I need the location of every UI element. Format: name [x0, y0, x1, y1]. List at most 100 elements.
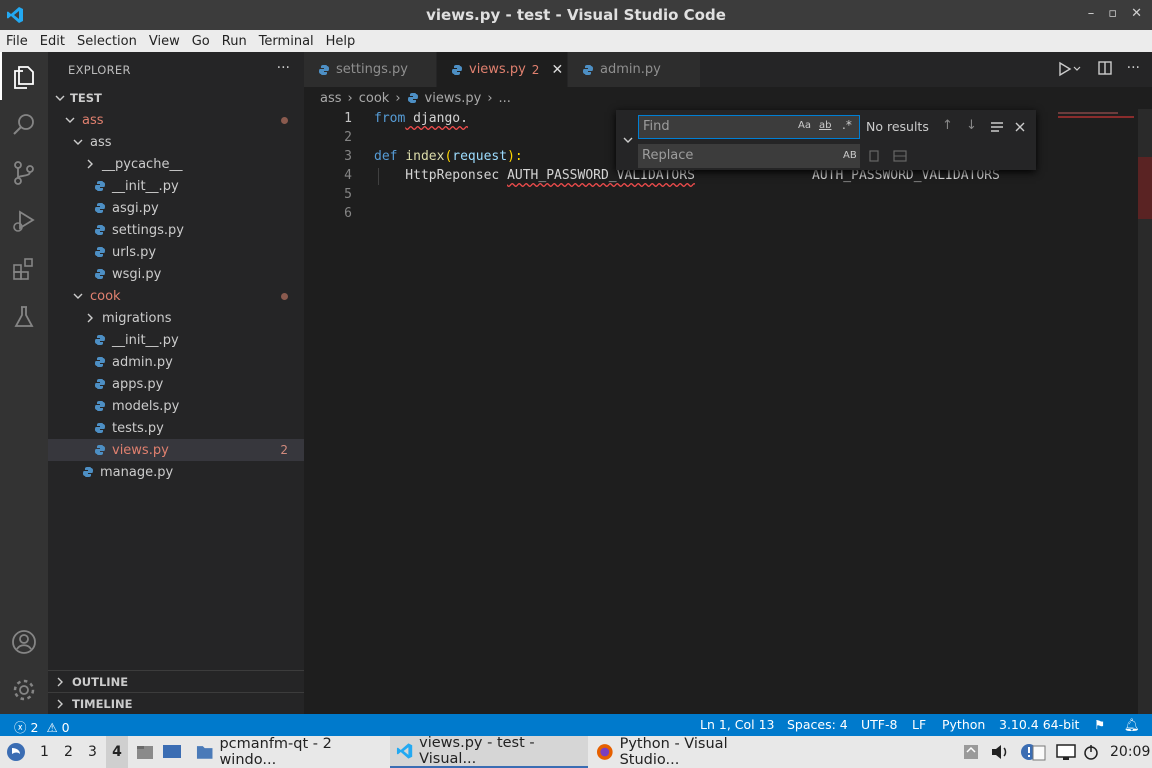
code-line-4: HttpReponsec AUTH_PASSWORD_VALIDATORS [374, 168, 695, 183]
taskbar-app-vscode[interactable]: views.py - test - Visual... [390, 735, 588, 768]
minimize-button[interactable]: – [1088, 6, 1095, 21]
next-match-icon[interactable]: ↓ [966, 118, 977, 133]
encoding[interactable]: UTF-8 [861, 717, 897, 732]
power-icon[interactable] [1082, 736, 1100, 768]
replace-input[interactable]: Replace [638, 144, 860, 168]
menu-view[interactable]: View [143, 34, 186, 49]
more-actions-icon[interactable]: ··· [1127, 60, 1140, 78]
replace-all-icon[interactable] [892, 149, 908, 163]
chevron-right-icon [87, 313, 93, 323]
menu-edit[interactable]: Edit [34, 34, 71, 49]
menu-help[interactable]: Help [320, 34, 362, 49]
preserve-case-toggle[interactable]: AB [843, 150, 857, 161]
taskbar-app-pcmanfm[interactable]: pcmanfm-qt - 2 windo... [190, 736, 388, 768]
workspace-2[interactable]: 2 [64, 736, 73, 768]
explorer-icon[interactable] [10, 63, 38, 91]
whole-word-toggle[interactable]: ab [819, 120, 831, 131]
line-number: 3 [344, 149, 352, 164]
python-interpreter[interactable]: 3.10.4 64-bit [999, 717, 1079, 732]
error-count: 2 [30, 720, 39, 735]
file-item-init-py[interactable]: __init__.py [48, 329, 304, 351]
more-actions-icon[interactable]: ··· [277, 60, 290, 76]
tree-item-label: ass [82, 112, 104, 128]
folder-item-migrations[interactable]: migrations [48, 307, 304, 329]
run-debug-icon[interactable] [10, 207, 38, 235]
breadcrumb-item[interactable]: ass [320, 91, 342, 106]
close-icon[interactable] [1014, 121, 1026, 133]
workspace-1[interactable]: 1 [40, 736, 49, 768]
testing-flask-icon[interactable] [10, 303, 38, 331]
minimap[interactable] [1058, 111, 1134, 119]
desktop-icon[interactable] [162, 736, 182, 768]
display-icon[interactable] [1056, 736, 1076, 768]
workspace-root[interactable]: TEST [48, 87, 304, 109]
file-item-urls-py[interactable]: urls.py [48, 241, 304, 263]
match-case-toggle[interactable]: Aa [798, 120, 811, 131]
tab-views-py[interactable]: views.py 2 ✕ [437, 52, 567, 87]
file-item-views-py[interactable]: views.py 2 [48, 439, 304, 461]
breadcrumb-item[interactable]: cook [359, 91, 390, 106]
cursor-position[interactable]: Ln 1, Col 13 [700, 717, 775, 732]
find-in-selection-icon[interactable] [990, 121, 1004, 133]
breadcrumb-item[interactable]: ... [499, 91, 511, 106]
workspace-3[interactable]: 3 [88, 736, 97, 768]
start-menu-icon[interactable] [6, 736, 26, 768]
tab-admin-py[interactable]: admin.py [568, 52, 700, 87]
regex-toggle[interactable]: .* [842, 118, 852, 132]
folder-item-cook[interactable]: cook [48, 285, 304, 307]
file-item-wsgi-py[interactable]: wsgi.py [48, 263, 304, 285]
python-file-icon [95, 379, 105, 389]
replace-icon[interactable] [868, 149, 880, 163]
breadcrumb-item[interactable]: views.py [425, 91, 482, 106]
run-python-file-icon[interactable] [1057, 60, 1083, 78]
code-editor[interactable]: 1 2 3 4 5 6 from django. def index(reque… [304, 109, 1152, 714]
close-window-button[interactable]: ✕ [1131, 6, 1142, 21]
file-item-manage-py[interactable]: manage.py [48, 461, 304, 483]
menu-go[interactable]: Go [186, 34, 216, 49]
timeline-section[interactable]: TIMELINE [48, 692, 304, 714]
clock[interactable]: 20:09 [1110, 736, 1150, 768]
file-item-init-py[interactable]: __init__.py [48, 175, 304, 197]
source-control-icon[interactable] [10, 159, 38, 187]
workspace-4[interactable]: 4 [106, 736, 128, 768]
search-icon[interactable] [10, 111, 38, 139]
file-item-tests-py[interactable]: tests.py [48, 417, 304, 439]
menu-terminal[interactable]: Terminal [253, 34, 320, 49]
account-icon[interactable] [10, 628, 38, 656]
scrollbar[interactable] [1138, 109, 1152, 714]
problems-indicator[interactable]: ⓧ 2 ⚠ 0 [14, 717, 70, 736]
code-line-1: from django. [374, 111, 468, 126]
file-item-asgi-py[interactable]: asgi.py [48, 197, 304, 219]
settings-gear-icon[interactable] [10, 676, 38, 704]
volume-icon[interactable] [990, 736, 1010, 768]
menu-run[interactable]: Run [216, 34, 253, 49]
outline-section[interactable]: OUTLINE [48, 670, 304, 692]
language-mode[interactable]: Python [942, 717, 985, 732]
taskbar-app-firefox[interactable]: Python - Visual Studio... [590, 736, 788, 768]
end-of-line[interactable]: LF [912, 717, 926, 732]
chevron-down-icon[interactable] [622, 134, 634, 146]
extensions-icon[interactable] [10, 255, 38, 283]
close-tab-icon[interactable]: ✕ [551, 62, 563, 78]
notifications-icon[interactable]: 🔔︎ [1124, 717, 1140, 733]
maximize-button[interactable]: ▫ [1108, 6, 1117, 21]
previous-match-icon[interactable]: ↑ [942, 118, 953, 133]
menu-file[interactable]: File [0, 34, 34, 49]
tab-label: views.py [469, 62, 526, 77]
feedback-icon[interactable]: ⚑ [1094, 717, 1105, 732]
file-item-models-py[interactable]: models.py [48, 395, 304, 417]
split-editor-icon[interactable] [1097, 60, 1113, 76]
title-bar: views.py - test - Visual Studio Code – ▫… [0, 0, 1152, 30]
file-manager-icon[interactable] [136, 736, 154, 768]
file-item-settings-py[interactable]: settings.py [48, 219, 304, 241]
indentation[interactable]: Spaces: 4 [787, 717, 848, 732]
folder-item-ass[interactable]: ass [48, 109, 304, 131]
menu-selection[interactable]: Selection [71, 34, 143, 49]
clipboard-icon[interactable] [1030, 736, 1048, 768]
keyboard-icon[interactable] [962, 736, 980, 768]
file-item-admin-py[interactable]: admin.py [48, 351, 304, 373]
tab-settings-py[interactable]: settings.py [304, 52, 436, 87]
folder-item-pycache[interactable]: __pycache__ [48, 153, 304, 175]
file-item-apps-py[interactable]: apps.py [48, 373, 304, 395]
folder-item-ass[interactable]: ass [48, 131, 304, 153]
